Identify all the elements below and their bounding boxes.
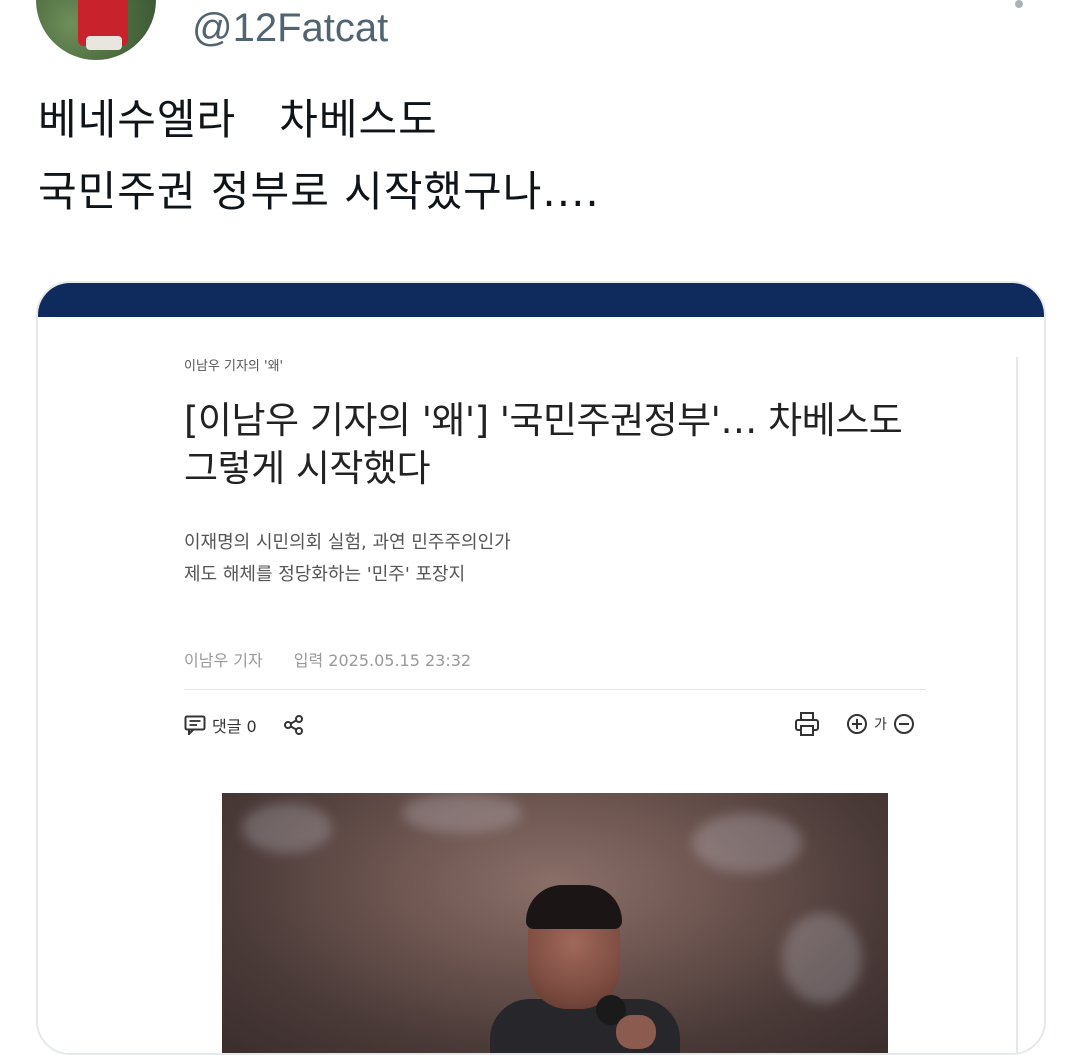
subhead-line-1: 이재명의 시민의회 실험, 과연 민주주의인가: [184, 532, 511, 553]
article-subhead: 이재명의 시민의회 실험, 과연 민주주의인가 제도 해체를 정당화하는 '민주…: [184, 527, 511, 591]
subhead-line-2: 제도 해체를 정당화하는 '민주' 포장지: [184, 564, 466, 585]
photo-bokeh: [242, 803, 332, 853]
card-side-rule: [1016, 357, 1018, 1053]
photo-bokeh: [782, 913, 862, 1003]
zoom-in-icon[interactable]: [846, 713, 868, 735]
share-icon[interactable]: [283, 714, 305, 736]
headline-line-1: [이남우 기자의 '왜'] '국민주권정부'… 차베스도: [184, 399, 903, 442]
article-card[interactable]: 이남우 기자의 '왜' [이남우 기자의 '왜'] '국민주권정부'… 차베스도…: [36, 281, 1046, 1055]
avatar[interactable]: [36, 0, 156, 60]
headline-line-2: 그렇게 시작했다: [184, 447, 431, 490]
article-kicker: 이남우 기자의 '왜': [184, 359, 284, 374]
more-options-icon[interactable]: [1015, 0, 1023, 8]
article-photo[interactable]: [222, 793, 888, 1053]
card-header-band: [38, 283, 1044, 317]
article-headline: [이남우 기자의 '왜'] '국민주권정부'… 차베스도 그렇게 시작했다: [184, 397, 944, 493]
photo-bokeh: [692, 813, 802, 873]
zoom-out-icon[interactable]: [893, 713, 915, 735]
article-tools-left: 댓글 0: [184, 713, 305, 737]
photo-subject-hand: [616, 1015, 656, 1049]
publish-date: 입력 2025.05.15 23:32: [293, 651, 472, 670]
author-name: 이남우 기자: [184, 651, 263, 670]
article-byline: 이남우 기자 입력 2025.05.15 23:32: [184, 647, 471, 671]
byline-divider: [184, 689, 926, 690]
print-icon[interactable]: [794, 711, 820, 737]
tweet-text-line-1: 베네수엘라 차베스도: [38, 95, 438, 144]
font-size-label: 가: [874, 717, 887, 733]
user-handle[interactable]: @12Fatcat: [192, 4, 388, 52]
avatar-figure-base: [86, 36, 122, 50]
photo-subject-hair: [526, 885, 622, 929]
comment-count[interactable]: 댓글 0: [212, 713, 257, 737]
tweet-text-line-2: 국민주권 정부로 시작했구나....: [38, 167, 600, 216]
article-tools-right: 가: [794, 711, 915, 737]
comment-icon[interactable]: [184, 715, 206, 735]
photo-bokeh: [402, 793, 522, 833]
